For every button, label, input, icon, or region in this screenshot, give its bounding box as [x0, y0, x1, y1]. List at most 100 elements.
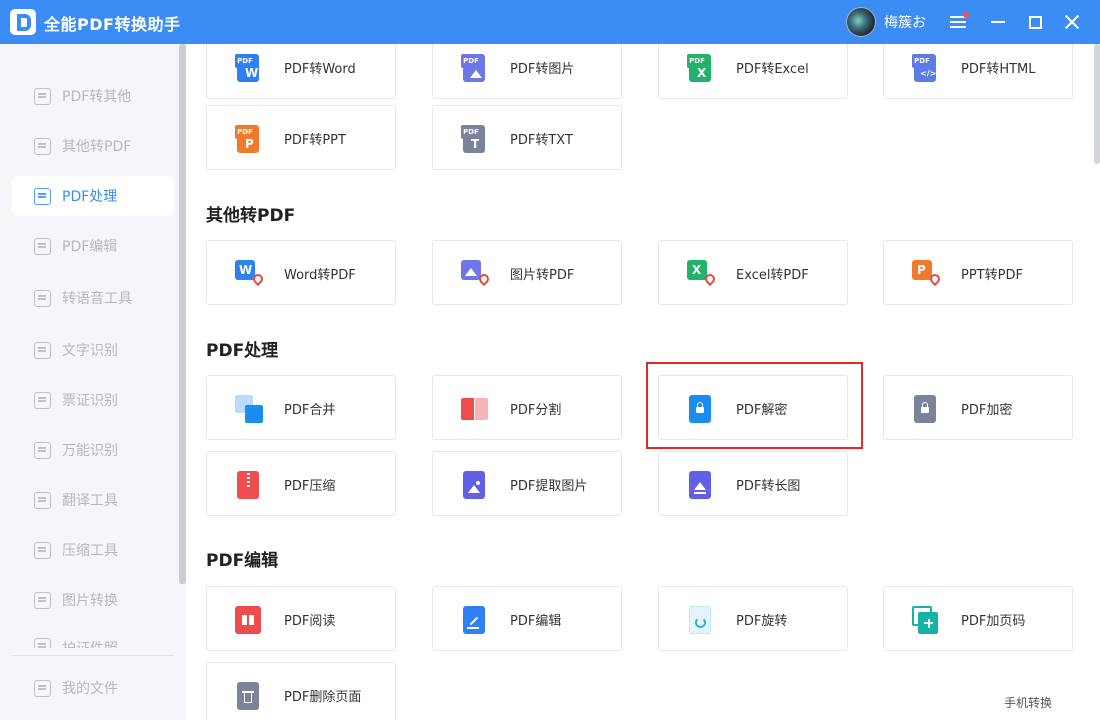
card-pdf-merge[interactable]: PDF合并: [206, 375, 396, 440]
card-pdf-delete-page[interactable]: PDF删除页面: [206, 662, 396, 720]
word-to-pdf-icon: W: [235, 260, 266, 288]
page-number-icon: [912, 606, 940, 634]
card-pdf-to-image[interactable]: PDF PDF转图片: [432, 44, 622, 99]
card-label: PDF旋转: [736, 614, 788, 629]
card-pdf-split[interactable]: PDF分割: [432, 375, 622, 440]
sidebar-item-pdf-to-other[interactable]: PDF转其他: [12, 76, 174, 116]
card-label: PDF转TXT: [510, 133, 573, 148]
title-bar: 全能PDF转换助手 梅簇お: [0, 0, 1100, 44]
card-label: PDF阅读: [284, 614, 336, 629]
sidebar-item-label: PDF处理: [62, 189, 118, 205]
card-label: PDF转Word: [284, 62, 356, 77]
minimize-button[interactable]: [984, 8, 1012, 36]
card-pdf-extract-image[interactable]: PDF提取图片: [432, 451, 622, 516]
sidebar-item-pdf-edit[interactable]: PDF编辑: [12, 226, 174, 266]
sidebar-item-ocr[interactable]: 文字识别: [12, 330, 174, 370]
ocr-icon: [34, 341, 51, 359]
main-panel: PDF W PDF转Word PDF PDF转图片 PDF X PDF转Excel …: [186, 44, 1100, 720]
card-pdf-to-word[interactable]: PDF W PDF转Word: [206, 44, 396, 99]
sidebar-item-translate[interactable]: 翻译工具: [12, 480, 174, 520]
pdf-import-icon: [34, 137, 51, 155]
image-convert-icon: [34, 591, 51, 609]
avatar[interactable]: [846, 7, 876, 37]
card-label: PDF分割: [510, 403, 562, 418]
card-word-to-pdf[interactable]: W Word转PDF: [206, 240, 396, 305]
sidebar-item-label: 其他转PDF: [62, 139, 132, 155]
username[interactable]: 梅簇お: [884, 12, 926, 32]
close-button[interactable]: [1058, 8, 1086, 36]
id-photo-icon: [34, 638, 51, 648]
main-scrollbar[interactable]: [1094, 44, 1100, 164]
pdf-to-word-icon: PDF W: [235, 54, 263, 82]
maximize-icon: [1028, 15, 1042, 29]
maximize-button[interactable]: [1021, 8, 1049, 36]
excel-to-pdf-icon: X: [687, 260, 718, 288]
card-pdf-encrypt[interactable]: PDF加密: [883, 375, 1073, 440]
card-label: PDF转Excel: [736, 62, 809, 77]
card-pdf-page-number[interactable]: PDF加页码: [883, 586, 1073, 651]
section-title-pdf-process: PDF处理: [206, 341, 279, 361]
card-pdf-to-txt[interactable]: PDF T PDF转TXT: [432, 105, 622, 170]
pdf-to-txt-icon: PDF T: [461, 125, 489, 153]
card-label: PPT转PDF: [961, 268, 1023, 283]
ticket-icon: [34, 391, 51, 409]
sidebar-item-id-photo[interactable]: 护证件照: [12, 628, 174, 648]
pdf-process-icon: [34, 187, 51, 205]
section-title-other-to-pdf: 其他转PDF: [206, 206, 296, 226]
sidebar-item-image-convert[interactable]: 图片转换: [12, 580, 174, 620]
card-excel-to-pdf[interactable]: X Excel转PDF: [658, 240, 848, 305]
card-pdf-edit[interactable]: PDF编辑: [432, 586, 622, 651]
hamburger-icon: [950, 16, 966, 28]
card-label: Word转PDF: [284, 268, 356, 283]
sidebar-item-label: 翻译工具: [62, 493, 118, 509]
lock-icon: [912, 395, 940, 423]
menu-button[interactable]: [944, 8, 972, 36]
card-label: Excel转PDF: [736, 268, 809, 283]
sidebar-item-ticket[interactable]: 票证识别: [12, 380, 174, 420]
pdf-to-ppt-icon: PDF P: [235, 125, 263, 153]
ppt-to-pdf-icon: P: [912, 260, 943, 288]
card-label: PDF加密: [961, 403, 1013, 418]
sidebar: PDF转其他 其他转PDF PDF处理 PDF编辑 转语音工具 文字识别 票证识…: [0, 44, 186, 720]
card-ppt-to-pdf[interactable]: P PPT转PDF: [883, 240, 1073, 305]
edit-icon: [461, 606, 489, 634]
card-label: PDF合并: [284, 403, 336, 418]
card-image-to-pdf[interactable]: 图片转PDF: [432, 240, 622, 305]
sidebar-item-label: 票证识别: [62, 393, 118, 409]
my-files-icon: [34, 679, 51, 697]
read-icon: [235, 606, 263, 634]
card-label: PDF加页码: [961, 614, 1026, 629]
pdf-to-image-icon: PDF: [461, 54, 489, 82]
sidebar-item-voice[interactable]: 转语音工具: [12, 278, 174, 318]
mobile-convert-link[interactable]: 手机转换: [1004, 694, 1052, 711]
sidebar-item-label: 万能识别: [62, 443, 118, 459]
unlock-icon: [687, 395, 715, 423]
delete-page-icon: [235, 682, 263, 710]
card-pdf-decrypt[interactable]: PDF解密: [658, 375, 848, 440]
voice-icon: [34, 289, 51, 307]
card-pdf-read[interactable]: PDF阅读: [206, 586, 396, 651]
pdf-export-icon: [34, 87, 51, 105]
sidebar-item-compress[interactable]: 压缩工具: [12, 530, 174, 570]
sidebar-item-universal[interactable]: 万能识别: [12, 430, 174, 470]
sidebar-item-pdf-process[interactable]: PDF处理: [12, 176, 174, 216]
sidebar-item-label: 压缩工具: [62, 543, 118, 559]
card-pdf-to-ppt[interactable]: PDF P PDF转PPT: [206, 105, 396, 170]
sidebar-item-label: PDF转其他: [62, 89, 132, 105]
universal-recognition-icon: [34, 441, 51, 459]
card-pdf-to-long-image[interactable]: PDF转长图: [658, 451, 848, 516]
compress-icon: [34, 541, 51, 559]
pdf-to-excel-icon: PDF X: [687, 54, 715, 82]
card-pdf-to-excel[interactable]: PDF X PDF转Excel: [658, 44, 848, 99]
merge-icon: [235, 395, 263, 423]
sidebar-item-label: 文字识别: [62, 343, 118, 359]
rotate-icon: [687, 606, 715, 634]
sidebar-scrollbar[interactable]: [179, 44, 186, 584]
card-label: PDF压缩: [284, 479, 336, 494]
card-pdf-rotate[interactable]: PDF旋转: [658, 586, 848, 651]
card-pdf-to-html[interactable]: PDF </> PDF转HTML: [883, 44, 1073, 99]
sidebar-item-my-files[interactable]: 我的文件: [12, 668, 174, 708]
sidebar-item-other-to-pdf[interactable]: 其他转PDF: [12, 126, 174, 166]
card-pdf-compress[interactable]: PDF压缩: [206, 451, 396, 516]
card-label: PDF解密: [736, 403, 788, 418]
